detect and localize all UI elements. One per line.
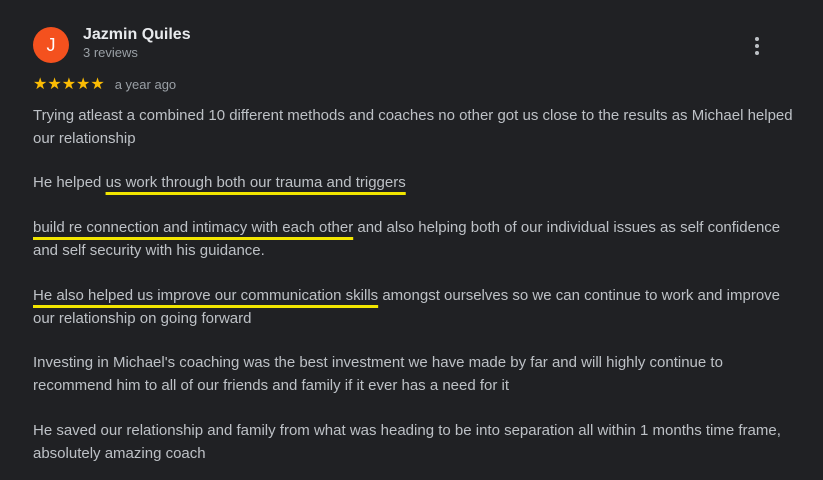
- highlighted-text: He also helped us improve our communicat…: [33, 287, 379, 304]
- review-paragraph-1: Trying atleast a combined 10 different m…: [33, 107, 793, 147]
- review-paragraph-4: He also helped us improve our communicat…: [33, 285, 793, 330]
- more-options-icon[interactable]: [749, 35, 765, 57]
- review-count: 3 reviews: [83, 45, 138, 60]
- review-paragraph-2: He helped us work through both our traum…: [33, 172, 793, 195]
- review-text: He helped: [33, 174, 106, 191]
- star-rating-icon: ★★★★★: [33, 76, 105, 93]
- reviewer-name[interactable]: Jazmin Quiles: [83, 26, 191, 44]
- review-time: a year ago: [114, 76, 177, 92]
- avatar[interactable]: J: [33, 27, 69, 63]
- review-paragraph-5: Investing in Michael's coaching was the …: [33, 354, 723, 394]
- menu-dot: [755, 44, 759, 48]
- highlighted-text: us work through both our trauma and trig…: [105, 174, 406, 191]
- review-paragraph-6: He saved our relationship and family fro…: [33, 422, 781, 462]
- review-paragraph-3: build re connection and intimacy with ea…: [33, 217, 793, 262]
- rating-row: ★★★★★ a year ago: [33, 74, 176, 94]
- highlighted-text: build re connection and intimacy with ea…: [33, 219, 354, 236]
- menu-dot: [755, 37, 759, 41]
- menu-dot: [755, 51, 759, 55]
